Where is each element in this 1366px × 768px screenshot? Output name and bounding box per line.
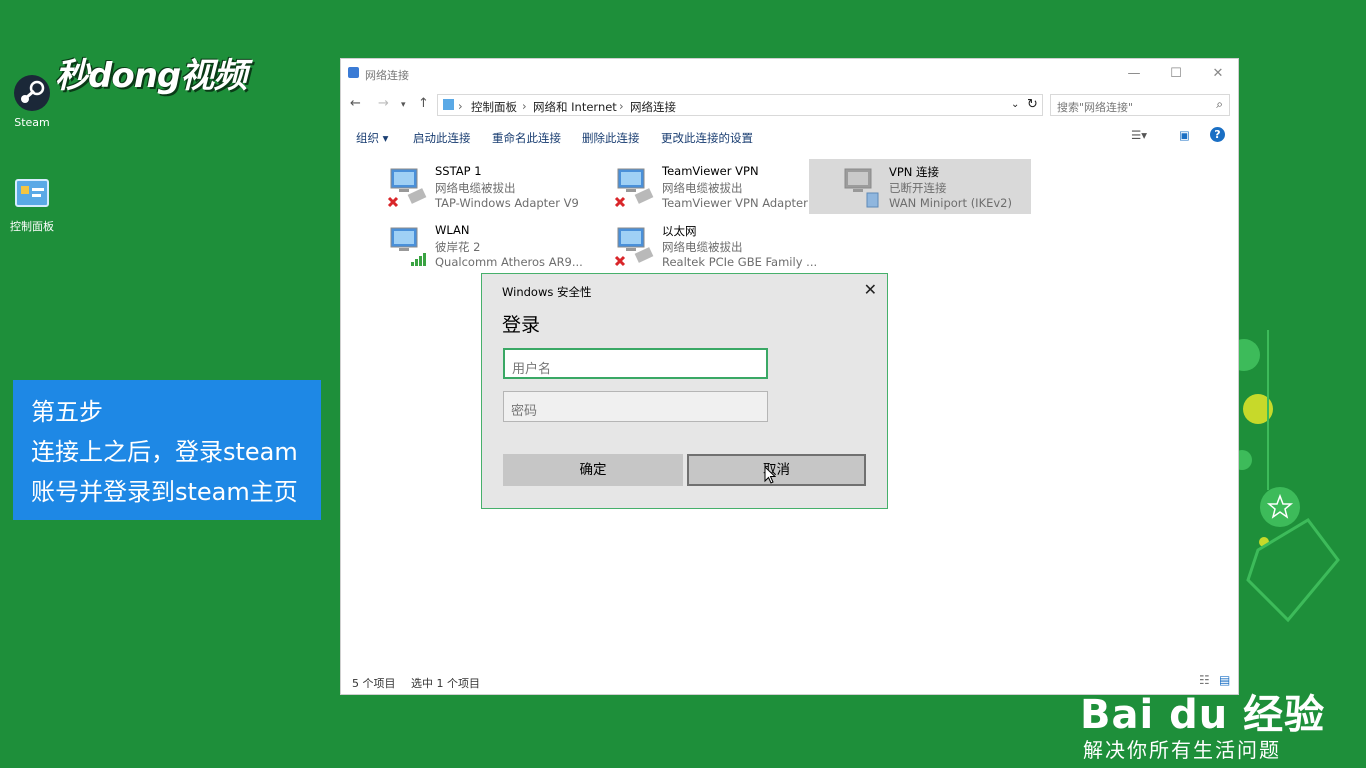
dialog-close-icon[interactable]: ✕ [864,280,877,299]
address-dropdown-chevron-icon[interactable]: ⌄ [1011,99,1019,110]
search-icon: ⌕ [1216,97,1223,111]
decoration-tree [1238,330,1340,623]
title-bar: 网络连接 — ☐ ✕ [341,59,1238,89]
refresh-icon[interactable]: ↻ [1027,97,1038,112]
start-connection-button[interactable]: 启动此连接 [413,130,471,146]
baidu-jingyan-logo: Bai du 经验 [1080,692,1326,738]
connection-adapter: Qualcomm Atheros AR9... [435,255,583,269]
connection-item-ethernet[interactable]: 以太网 网络电缆被拔出 Realtek PCIe GBE Family ... [609,218,831,273]
windows-security-dialog: Windows 安全性 ✕ 登录 用户名 密码 确定 取消 [481,273,888,509]
control-panel-icon [13,176,51,214]
back-arrow-icon[interactable]: ← [350,96,361,111]
connection-item-sstap[interactable]: SSTAP 1 网络电缆被拔出 TAP-Windows Adapter V9 [382,159,604,214]
breadcrumb-separator: › [458,99,463,113]
step-line: 账号并登录到steam主页 [31,478,298,506]
desktop-icon-label: 控制面板 [10,220,54,233]
recent-chevron-down-icon[interactable]: ▾ [401,100,406,110]
cancel-button[interactable]: 取消 [687,454,866,486]
connection-status: 网络电缆被拔出 [662,240,743,254]
ok-button[interactable]: 确定 [503,454,683,486]
connection-name: 以太网 [662,224,697,238]
minimize-button[interactable]: — [1119,63,1149,85]
view-options-icon[interactable]: ☰▾ [1131,128,1147,142]
step-line: 第五步 [31,398,103,426]
breadcrumb-separator: › [522,99,527,113]
connection-status: 网络电缆被拔出 [662,181,743,195]
connection-name: VPN 连接 [889,165,940,179]
organize-menu[interactable]: 组织 ▾ [356,130,388,146]
connection-status: 彼岸花 2 [435,240,481,254]
connection-adapter: WAN Miniport (IKEv2) [889,196,1012,210]
connection-item-vpn[interactable]: VPN 连接 已断开连接 WAN Miniport (IKEv2) [809,159,1031,214]
preview-pane-icon[interactable]: ▣ [1179,128,1190,142]
desktop-icon-control-panel[interactable]: 控制面板 [2,176,62,234]
steam-icon [13,74,51,112]
window-title: 网络连接 [365,69,409,82]
desktop-icon-steam[interactable]: Steam [2,74,62,129]
command-bar: 组织 ▾ 启动此连接 重命名此连接 删除此连接 更改此连接的设置 ☰▾ ▣ ? [341,123,1238,151]
search-box[interactable]: 搜索"网络连接" ⌕ [1050,94,1230,116]
delete-connection-button[interactable]: 删除此连接 [582,130,640,146]
network-adapter-icon [614,165,658,209]
connection-name: WLAN [435,223,470,237]
selected-count: 选中 1 个项目 [411,677,480,690]
wifi-adapter-icon [387,224,431,268]
breadcrumb-network-internet[interactable]: 网络和 Internet [533,99,617,115]
password-field[interactable]: 密码 [503,391,768,422]
search-input[interactable]: 搜索"网络连接" [1057,99,1133,115]
close-button[interactable]: ✕ [1203,63,1233,85]
connection-adapter: TAP-Windows Adapter V9 [435,196,579,210]
connection-status: 已断开连接 [889,181,947,195]
connection-name: TeamViewer VPN [662,164,759,178]
mouse-cursor-icon [764,466,776,484]
address-bar[interactable]: › 控制面板 › 网络和 Internet › 网络连接 ⌄ ↻ [437,94,1043,116]
connection-adapter: Realtek PCIe GBE Family ... [662,255,818,269]
item-count: 5 个项目 [352,677,396,690]
dialog-heading: 登录 [502,314,541,336]
connection-item-wlan[interactable]: WLAN 彼岸花 2 Qualcomm Atheros AR9... [382,218,604,273]
network-adapter-icon [387,165,431,209]
breadcrumb-network-connections[interactable]: 网络连接 [630,99,676,115]
password-placeholder: 密码 [511,404,538,419]
baidu-jingyan-slogan: 解决你所有生活问题 [1083,738,1281,762]
connection-adapter: TeamViewer VPN Adapter [662,196,808,210]
network-adapter-icon [614,224,658,268]
vpn-adapter-icon [841,165,885,209]
brand-logo: 秒dong视频 [55,56,247,96]
dialog-title: Windows 安全性 [502,285,592,299]
navigation-bar: ← → ▾ ↑ › 控制面板 › 网络和 Internet › 网络连接 ⌄ ↻… [341,92,1238,118]
rename-connection-button[interactable]: 重命名此连接 [492,130,561,146]
maximize-button[interactable]: ☐ [1161,63,1191,85]
step-annotation: 第五步 连接上之后，登录steam 账号并登录到steam主页 [13,380,321,520]
network-folder-icon [348,67,359,78]
breadcrumb-control-panel[interactable]: 控制面板 [471,99,517,115]
connection-name: SSTAP 1 [435,164,482,178]
forward-arrow-icon[interactable]: → [378,96,389,111]
desktop-icon-label: Steam [14,116,50,129]
step-line: 连接上之后，登录steam [31,438,298,466]
change-settings-button[interactable]: 更改此连接的设置 [661,130,753,146]
connection-item-teamviewer-vpn[interactable]: TeamViewer VPN 网络电缆被拔出 TeamViewer VPN Ad… [609,159,831,214]
username-placeholder: 用户名 [512,362,552,377]
help-icon[interactable]: ? [1210,127,1225,142]
up-arrow-icon[interactable]: ↑ [418,96,429,111]
username-field[interactable]: 用户名 [503,348,768,379]
control-panel-small-icon [443,99,454,110]
connection-status: 网络电缆被拔出 [435,181,516,195]
breadcrumb-separator: › [619,99,624,113]
